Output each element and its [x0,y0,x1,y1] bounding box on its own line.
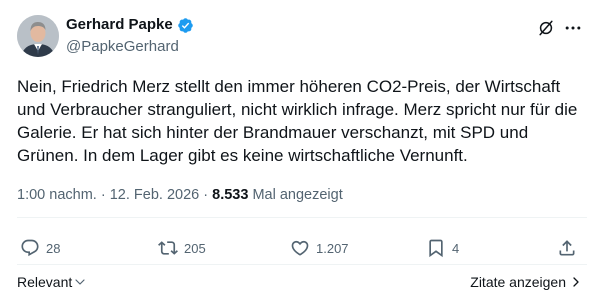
tweet-card: Gerhard Papke @PapkeGerhard Nein, Friedr… [0,0,604,305]
reply-button[interactable]: 28 [20,236,60,260]
author-name-text: Gerhard Papke [66,16,173,33]
share-button[interactable] [557,236,577,260]
tweet-text: Nein, Friedrich Merz stellt den immer hö… [17,77,578,165]
share-icon [559,240,575,256]
author-handle[interactable]: @PapkeGerhard [66,38,179,56]
meta-separator: · [203,187,209,203]
quotes-label: Zitate anzeigen [470,274,566,290]
sort-dropdown[interactable]: Relevant [17,273,86,291]
like-icon [291,240,309,256]
chevron-right-icon [573,277,579,287]
author-name[interactable]: Gerhard Papke [66,16,194,34]
tweet-time[interactable]: 1:00 nachm. [17,187,97,203]
bookmark-button[interactable]: 4 [426,236,459,260]
chevron-down-icon [75,279,85,285]
grok-icon[interactable] [536,18,556,38]
tweet-date[interactable]: 12. Feb. 2026 [110,187,200,203]
repost-count: 205 [184,240,206,256]
avatar[interactable] [17,15,59,57]
like-button[interactable]: 1.207 [290,236,349,260]
like-count: 1.207 [316,240,349,256]
reply-count: 28 [46,240,61,256]
views-count: 8.533 [212,187,249,203]
bookmark-count: 4 [452,240,460,256]
divider [17,264,587,265]
reply-icon [21,239,39,257]
bookmark-icon [429,239,443,258]
repost-button[interactable]: 205 [158,236,206,260]
divider [17,217,587,218]
repost-icon [158,241,178,255]
sort-label: Relevant [17,274,73,290]
views-label: Mal angezeigt [252,187,343,203]
view-quotes-link[interactable]: Zitate anzeigen [470,273,582,291]
meta-separator: · [100,187,106,203]
more-icon[interactable] [563,18,583,38]
verified-badge-icon [177,17,193,33]
tweet-meta: 1:00 nachm. · 12. Feb. 2026 · 8.533 Mal … [17,186,343,204]
